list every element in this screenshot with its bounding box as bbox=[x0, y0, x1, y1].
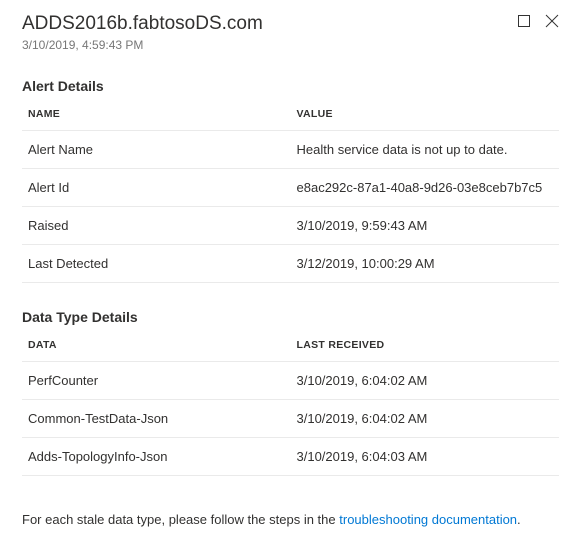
restore-icon[interactable] bbox=[517, 14, 531, 28]
footer-note: For each stale data type, please follow … bbox=[22, 512, 559, 527]
panel-header: ADDS2016b.fabtosoDS.com 3/10/2019, 4:59:… bbox=[22, 12, 559, 52]
cell-last-received: 3/10/2019, 6:04:03 AM bbox=[291, 437, 560, 475]
cell-last-received: 3/10/2019, 6:04:02 AM bbox=[291, 399, 560, 437]
data-type-details-title: Data Type Details bbox=[22, 309, 559, 325]
footer-text-suffix: . bbox=[517, 512, 521, 527]
cell-name: Last Detected bbox=[22, 244, 291, 282]
cell-data: Adds-TopologyInfo-Json bbox=[22, 437, 291, 475]
alert-details-section: Alert Details NAME VALUE Alert Name Heal… bbox=[22, 78, 559, 283]
cell-value: e8ac292c-87a1-40a8-9d26-03e8ceb7b7c5 bbox=[291, 168, 560, 206]
column-header-data: DATA bbox=[22, 331, 291, 362]
table-row: Adds-TopologyInfo-Json 3/10/2019, 6:04:0… bbox=[22, 437, 559, 475]
alert-panel: ADDS2016b.fabtosoDS.com 3/10/2019, 4:59:… bbox=[0, 0, 581, 549]
cell-data: Common-TestData-Json bbox=[22, 399, 291, 437]
column-header-value: VALUE bbox=[291, 100, 560, 131]
panel-title: ADDS2016b.fabtosoDS.com bbox=[22, 12, 263, 37]
table-row: Alert Name Health service data is not up… bbox=[22, 130, 559, 168]
table-row: Alert Id e8ac292c-87a1-40a8-9d26-03e8ceb… bbox=[22, 168, 559, 206]
footer-text-prefix: For each stale data type, please follow … bbox=[22, 512, 339, 527]
cell-name: Alert Id bbox=[22, 168, 291, 206]
alert-details-title: Alert Details bbox=[22, 78, 559, 94]
window-controls bbox=[517, 14, 559, 28]
column-header-name: NAME bbox=[22, 100, 291, 131]
cell-value: 3/10/2019, 9:59:43 AM bbox=[291, 206, 560, 244]
close-icon[interactable] bbox=[545, 14, 559, 28]
table-row: Last Detected 3/12/2019, 10:00:29 AM bbox=[22, 244, 559, 282]
data-type-details-section: Data Type Details DATA LAST RECEIVED Per… bbox=[22, 309, 559, 476]
table-row: Common-TestData-Json 3/10/2019, 6:04:02 … bbox=[22, 399, 559, 437]
cell-last-received: 3/10/2019, 6:04:02 AM bbox=[291, 361, 560, 399]
troubleshooting-link[interactable]: troubleshooting documentation bbox=[339, 512, 517, 527]
column-header-last-received: LAST RECEIVED bbox=[291, 331, 560, 362]
cell-value: 3/12/2019, 10:00:29 AM bbox=[291, 244, 560, 282]
cell-value: Health service data is not up to date. bbox=[291, 130, 560, 168]
table-row: PerfCounter 3/10/2019, 6:04:02 AM bbox=[22, 361, 559, 399]
panel-timestamp: 3/10/2019, 4:59:43 PM bbox=[22, 38, 263, 52]
cell-name: Raised bbox=[22, 206, 291, 244]
title-block: ADDS2016b.fabtosoDS.com 3/10/2019, 4:59:… bbox=[22, 12, 263, 52]
cell-data: PerfCounter bbox=[22, 361, 291, 399]
alert-details-table: NAME VALUE Alert Name Health service dat… bbox=[22, 100, 559, 283]
cell-name: Alert Name bbox=[22, 130, 291, 168]
table-row: Raised 3/10/2019, 9:59:43 AM bbox=[22, 206, 559, 244]
data-type-details-table: DATA LAST RECEIVED PerfCounter 3/10/2019… bbox=[22, 331, 559, 476]
